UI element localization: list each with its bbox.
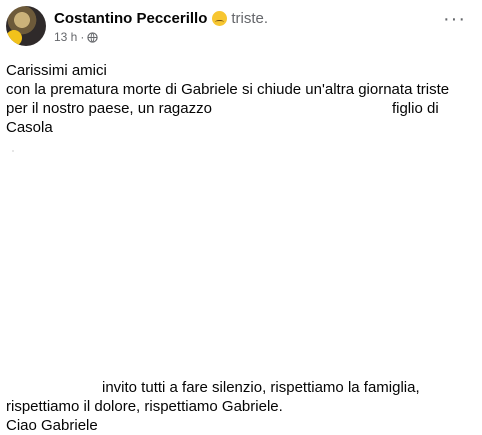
post-line: Carissimi amici [6, 62, 107, 79]
post-time[interactable]: 13 h [54, 30, 77, 44]
separator-dot: · [80, 30, 85, 44]
sad-face-icon [212, 11, 228, 26]
post-line: invito tutti a fare silenzio, rispettiam… [6, 378, 476, 397]
avatar[interactable] [6, 6, 46, 46]
time-row: 13 h · [54, 30, 268, 44]
post-body-bottom: invito tutti a fare silenzio, rispettiam… [6, 378, 476, 435]
name-row: Costantino Peccerillo triste. [54, 9, 268, 28]
post-line: Ciao Gabriele [6, 417, 98, 434]
post-header: Costantino Peccerillo triste. 13 h · [6, 6, 268, 46]
post-body: Carissimi amici con la prematura morte d… [6, 61, 476, 137]
post-line: con la prematura morte di Gabriele si ch… [6, 81, 450, 98]
globe-icon[interactable] [87, 31, 99, 43]
post-line: rispettiamo il dolore, rispettiamo Gabri… [6, 398, 283, 415]
author-name[interactable]: Costantino Peccerillo [54, 9, 207, 28]
post-line-part: per il nostro paese, un ragazzo [6, 100, 212, 117]
blank-area-speck [12, 150, 14, 152]
post-meta: Costantino Peccerillo triste. 13 h · [54, 9, 268, 44]
feeling-label: triste. [231, 10, 269, 27]
more-horizontal-icon[interactable]: ··· [443, 9, 466, 29]
post-line: per il nostro paese, un ragazzo figlio di… [6, 99, 476, 137]
post-line-part: invito tutti a fare silenzio, rispettiam… [102, 379, 420, 396]
